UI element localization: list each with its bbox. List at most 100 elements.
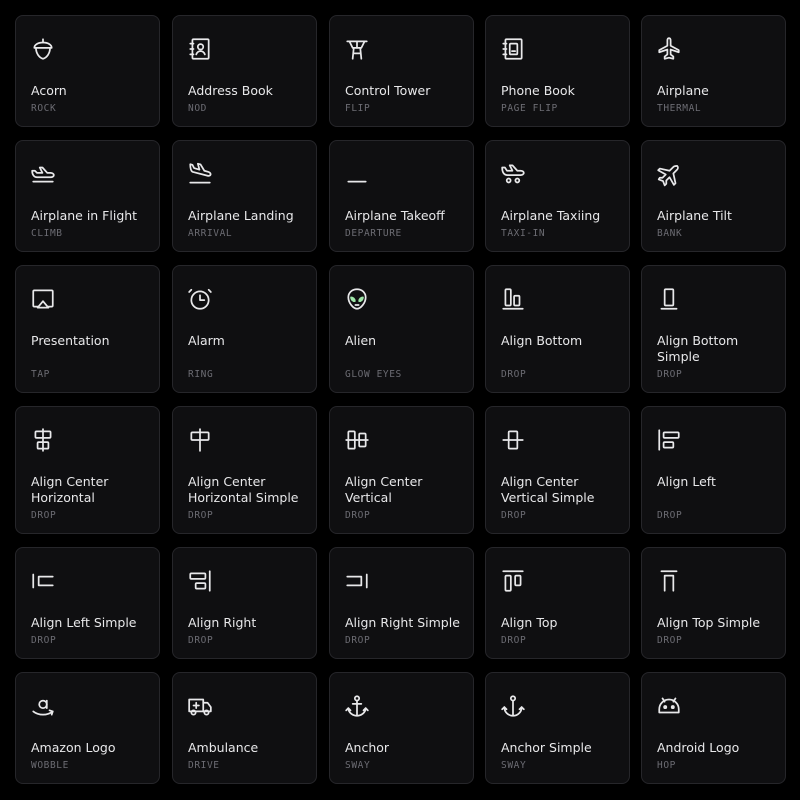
icon-animation-label: THERMAL: [657, 103, 702, 114]
icon-name: Airplane Taxiing: [501, 208, 601, 223]
icon-name: Ambulance: [188, 740, 259, 755]
icon-animation-label: FLIP: [345, 103, 371, 114]
icon-name: Align Top Simple: [657, 615, 761, 630]
align-center-horizontal-icon: [30, 427, 56, 453]
icon-card-address-book[interactable]: Address Book NOD: [172, 15, 317, 127]
icon-name: Android Logo: [657, 740, 740, 755]
icon-name: Align Left Simple: [31, 615, 137, 630]
icon-card-amazon-logo[interactable]: Amazon Logo WOBBLE: [15, 672, 160, 784]
icon-animation-label: TAP: [31, 369, 50, 380]
acorn-icon: [30, 36, 56, 62]
icon-name: Amazon Logo: [31, 740, 116, 755]
icon-name: Align Bottom: [501, 333, 583, 348]
icon-animation-label: DROP: [501, 369, 527, 380]
icon-animation-label: PAGE FLIP: [501, 103, 558, 114]
icon-name: Airplane Landing: [188, 208, 294, 223]
icon-card-align-bottom[interactable]: Align Bottom DROP: [485, 265, 630, 393]
icon-name: Anchor Simple: [501, 740, 592, 755]
icon-card-airplane-taxiing[interactable]: Airplane Taxiing TAXI-IN: [485, 140, 630, 252]
icon-name: Presentation: [31, 333, 110, 348]
icon-card-android-logo[interactable]: Android Logo HOP: [641, 672, 786, 784]
icon-card-anchor-simple[interactable]: Anchor Simple SWAY: [485, 672, 630, 784]
icon-animation-label: WOBBLE: [31, 760, 69, 771]
icon-animation-label: CLIMB: [31, 228, 63, 239]
icon-card-align-left[interactable]: Align Left DROP: [641, 406, 786, 534]
align-center-vertical-simple-icon: [500, 427, 526, 453]
control-tower-icon: [344, 36, 370, 62]
icon-name: Align Center Vertical Simple: [501, 474, 595, 505]
icon-animation-label: ROCK: [31, 103, 57, 114]
icon-card-acorn[interactable]: Acorn ROCK: [15, 15, 160, 127]
address-book-icon: [187, 36, 213, 62]
icon-card-align-center-horizontal[interactable]: Align Center Horizontal DROP: [15, 406, 160, 534]
align-bottom-simple-icon: [656, 286, 682, 312]
align-top-icon: [500, 568, 526, 594]
align-center-vertical-icon: [344, 427, 370, 453]
icon-card-phone-book[interactable]: Phone Book PAGE FLIP: [485, 15, 630, 127]
icon-card-align-left-simple[interactable]: Align Left Simple DROP: [15, 547, 160, 659]
icon-animation-label: DROP: [188, 510, 214, 521]
icon-card-align-center-vertical-simple[interactable]: Align Center Vertical Simple DROP: [485, 406, 630, 534]
icon-name: Align Right: [188, 615, 257, 630]
icon-card-align-top-simple[interactable]: Align Top Simple DROP: [641, 547, 786, 659]
alien-icon: [344, 286, 370, 312]
icon-animation-label: DROP: [657, 635, 683, 646]
icon-animation-label: ARRIVAL: [188, 228, 233, 239]
icon-card-align-bottom-simple[interactable]: Align Bottom Simple DROP: [641, 265, 786, 393]
icon-animation-label: NOD: [188, 103, 207, 114]
icon-card-airplane-tilt[interactable]: Airplane Tilt BANK: [641, 140, 786, 252]
icon-animation-label: SWAY: [501, 760, 527, 771]
airplane-landing-icon: [187, 161, 213, 187]
icon-card-alien[interactable]: Alien GLOW EYES: [329, 265, 474, 393]
alarm-icon: [187, 286, 213, 312]
icon-name: Acorn: [31, 83, 67, 98]
icon-animation-label: TAXI-IN: [501, 228, 546, 239]
anchor-icon: [344, 693, 370, 719]
icon-card-align-top[interactable]: Align Top DROP: [485, 547, 630, 659]
presentation-icon: [30, 286, 56, 312]
icon-card-control-tower[interactable]: Control Tower FLIP: [329, 15, 474, 127]
icon-animation-label: BANK: [657, 228, 683, 239]
icon-card-align-center-vertical[interactable]: Align Center Vertical DROP: [329, 406, 474, 534]
icon-card-airplane-in-flight[interactable]: Airplane in Flight CLIMB: [15, 140, 160, 252]
icon-name: Alarm: [188, 333, 225, 348]
icon-card-airplane-landing[interactable]: Airplane Landing ARRIVAL: [172, 140, 317, 252]
icon-animation-label: DROP: [657, 510, 683, 521]
icon-card-ambulance[interactable]: Ambulance DRIVE: [172, 672, 317, 784]
icon-animation-label: DROP: [345, 510, 371, 521]
icon-name: Airplane in Flight: [31, 208, 138, 223]
icon-animation-label: DROP: [31, 510, 57, 521]
icon-name: Align Center Horizontal Simple: [188, 474, 299, 505]
icon-animation-label: DROP: [657, 369, 683, 380]
icon-name: Align Center Horizontal: [31, 474, 109, 505]
icon-animation-label: DROP: [501, 635, 527, 646]
align-top-simple-icon: [656, 568, 682, 594]
icon-name: Align Bottom Simple: [657, 333, 739, 364]
icon-animation-label: SWAY: [345, 760, 371, 771]
icon-name: Phone Book: [501, 83, 575, 98]
align-left-icon: [656, 427, 682, 453]
airplane-icon: [656, 36, 682, 62]
icon-card-align-center-horizontal-simple[interactable]: Align Center Horizontal Simple DROP: [172, 406, 317, 534]
align-right-icon: [187, 568, 213, 594]
icon-card-alarm[interactable]: Alarm RING: [172, 265, 317, 393]
icon-name: Airplane Takeoff: [345, 208, 445, 223]
ambulance-icon: [187, 693, 213, 719]
icon-name: Alien: [345, 333, 377, 348]
align-bottom-icon: [500, 286, 526, 312]
icon-card-anchor[interactable]: Anchor SWAY: [329, 672, 474, 784]
icon-animation-label: DRIVE: [188, 760, 220, 771]
icon-card-presentation[interactable]: Presentation TAP: [15, 265, 160, 393]
icon-animation-label: DROP: [501, 510, 527, 521]
icon-name: Align Top: [501, 615, 558, 630]
align-center-horizontal-simple-icon: [187, 427, 213, 453]
icon-card-airplane-takeoff[interactable]: Airplane Takeoff DEPARTURE: [329, 140, 474, 252]
airplane-taxiing-icon: [500, 161, 526, 187]
airplane-takeoff-icon: [344, 161, 370, 187]
icon-card-airplane[interactable]: Airplane THERMAL: [641, 15, 786, 127]
icon-animation-label: HOP: [657, 760, 676, 771]
icon-card-align-right-simple[interactable]: Align Right Simple DROP: [329, 547, 474, 659]
android-logo-icon: [656, 693, 682, 719]
icon-name: Anchor: [345, 740, 390, 755]
icon-card-align-right[interactable]: Align Right DROP: [172, 547, 317, 659]
